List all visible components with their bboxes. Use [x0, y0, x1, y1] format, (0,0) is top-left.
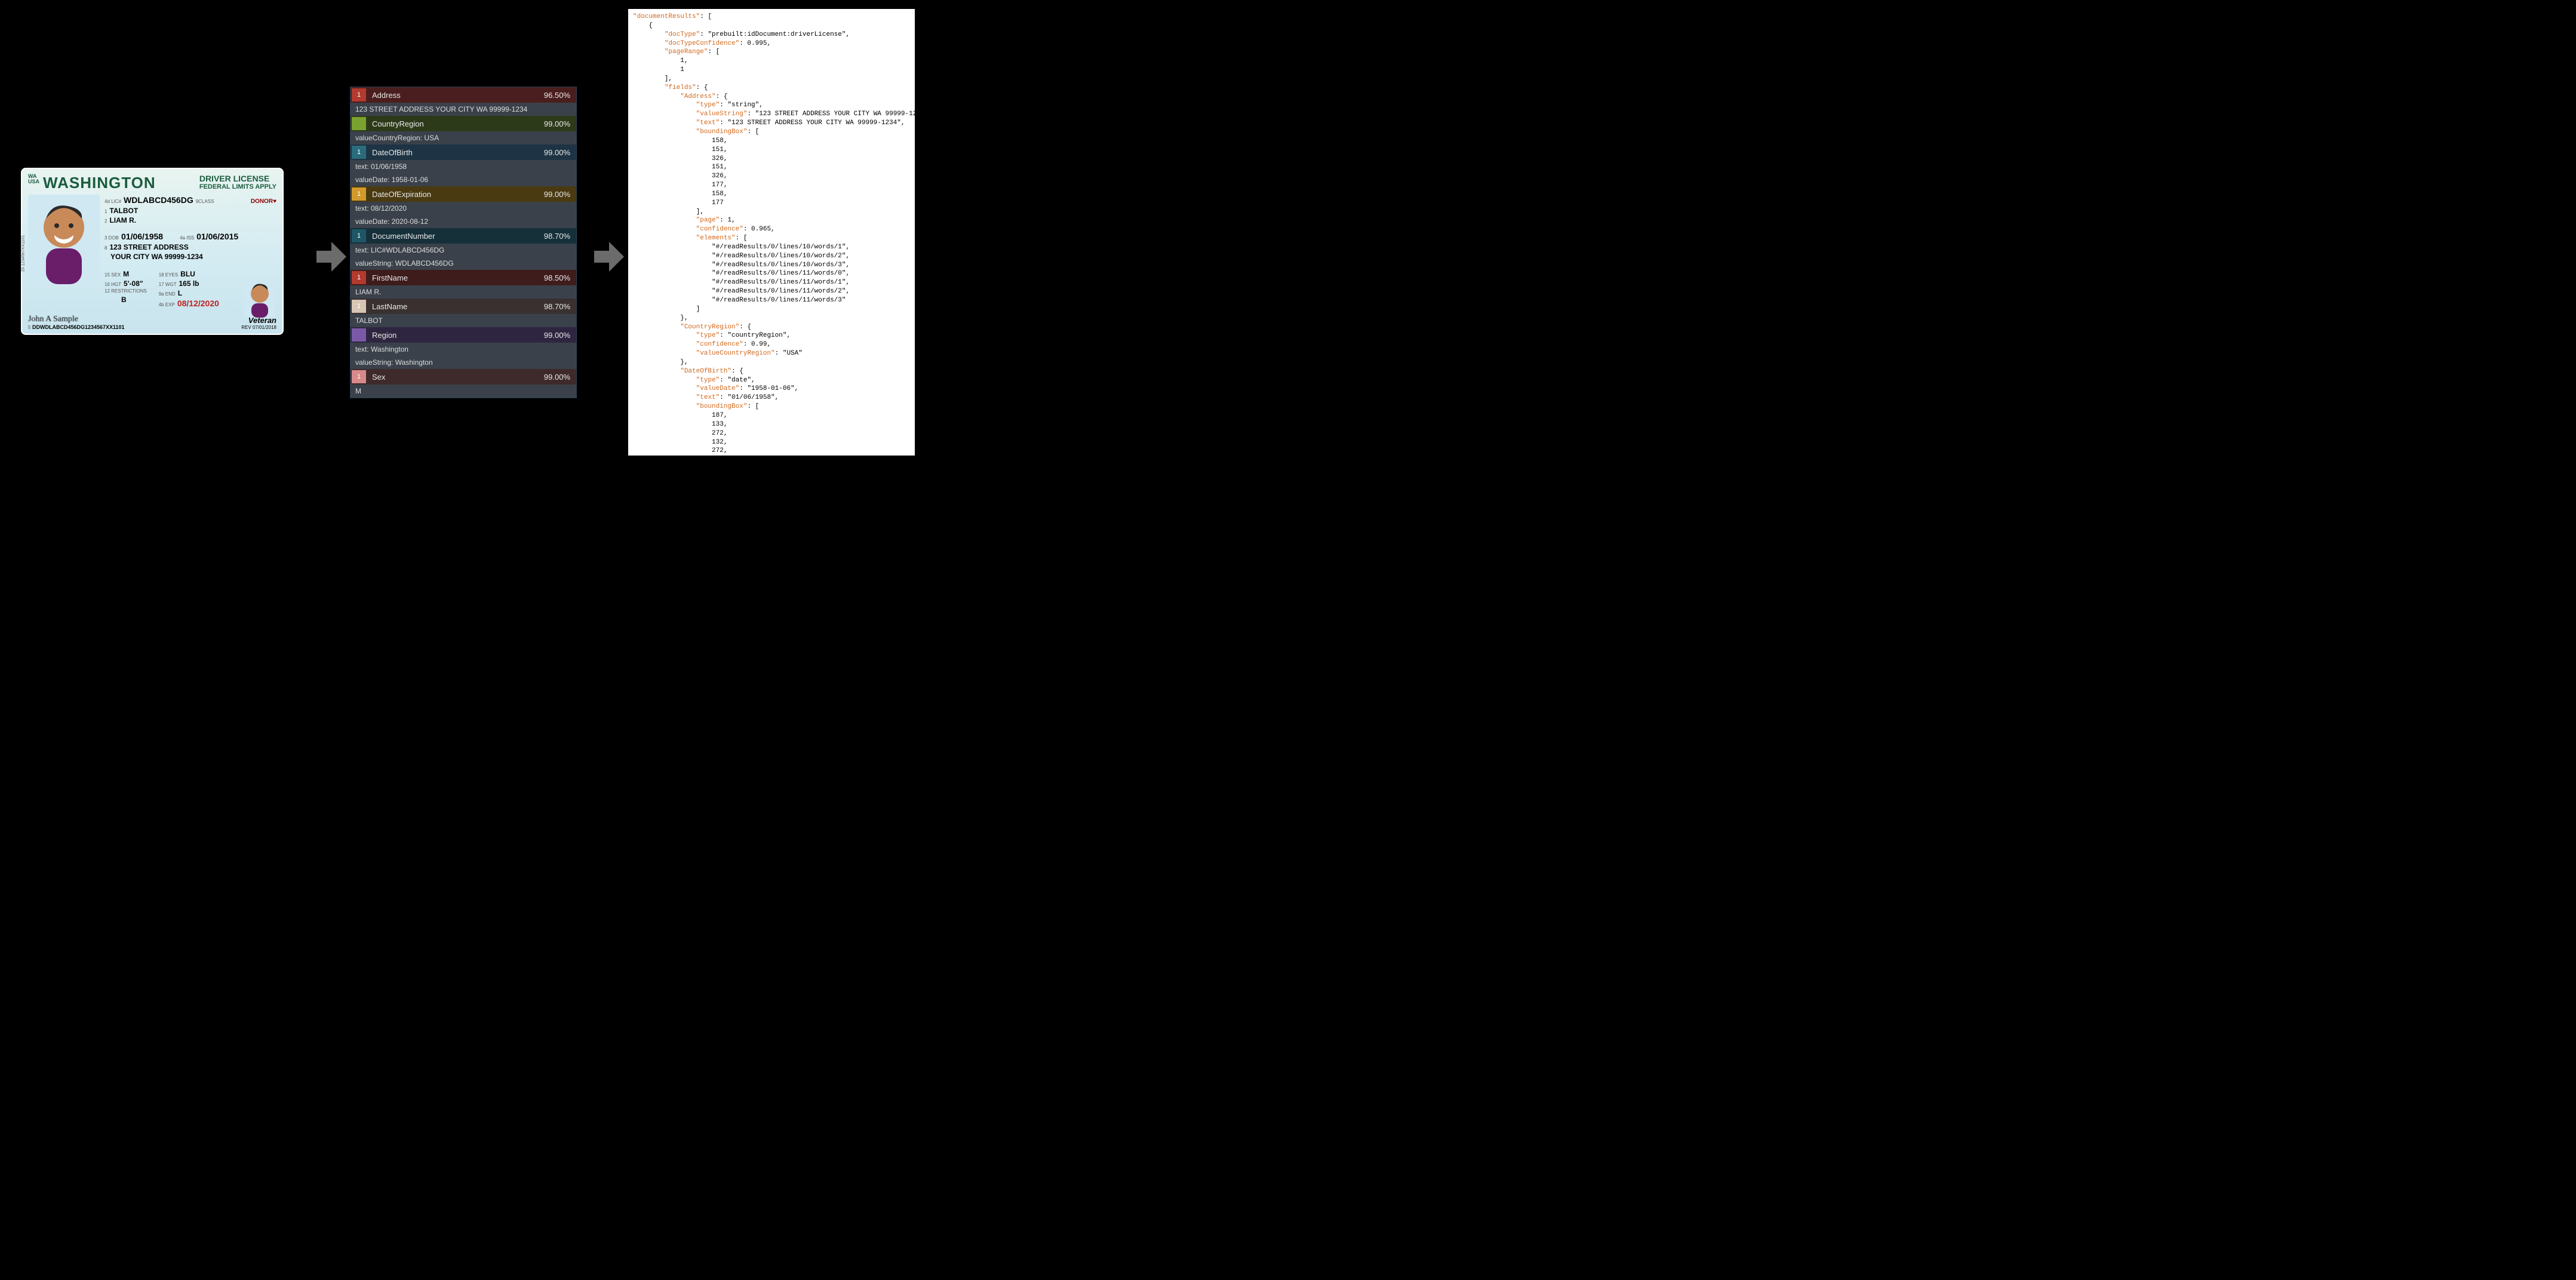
field-detail: valueString: Washington: [351, 356, 576, 369]
field-name: FirstName: [367, 273, 544, 282]
field-header: Region99.00%: [351, 327, 576, 343]
exp-date: 08/12/2020: [177, 298, 219, 309]
field-detail: valueDate: 2020-08-12: [351, 215, 576, 228]
veteran-badge: Veteran: [241, 316, 276, 325]
field-name: LastName: [367, 302, 544, 311]
ghost-photo: [244, 279, 275, 318]
endorsements: L: [178, 288, 182, 298]
lic-number: WDLABCD456DG: [124, 195, 193, 206]
country-abbr: USA: [28, 179, 39, 184]
dd-code: DDWDLABCD456DG1234567XX1101: [32, 324, 125, 330]
field-detail: TALBOT: [351, 314, 576, 327]
field-detail: M: [351, 384, 576, 398]
last-name: TALBOT: [109, 206, 138, 216]
driver-license-card: 20 1234567XX1101 WA USA WASHINGTON DRIVE…: [21, 168, 284, 335]
field-confidence: 99.00%: [544, 331, 576, 340]
portrait-photo: [28, 195, 100, 284]
side-barcode-text: 20 1234567XX1101: [21, 235, 26, 272]
field-confidence: 98.50%: [544, 273, 576, 282]
field-name: DateOfExpiration: [367, 190, 544, 199]
field-confidence: 99.00%: [544, 190, 576, 199]
field-name: Sex: [367, 373, 544, 381]
doc-title: DRIVER LICENSE: [199, 174, 276, 183]
class-label: 9CLASS: [196, 199, 214, 205]
rev-date: REV 07/01/2018: [241, 325, 276, 330]
field-name: CountryRegion: [367, 119, 544, 128]
field-header: 1FirstName98.50%: [351, 270, 576, 285]
field-badge: 1: [352, 370, 366, 383]
arrow-right-icon: [313, 239, 349, 275]
address-line2: YOUR CITY WA 99999-1234: [110, 252, 203, 261]
avatar-icon: [28, 195, 100, 284]
arrow-right-icon: [591, 239, 627, 275]
field-detail: text: 08/12/2020: [351, 202, 576, 215]
eyes: BLU: [180, 269, 195, 279]
field-detail: text: Washington: [351, 343, 576, 356]
donor-label: DONOR: [251, 198, 273, 205]
field-name: DocumentNumber: [367, 232, 544, 241]
json-output-panel: "documentResults": [ { "docType": "prebu…: [628, 9, 915, 456]
field-header: 1Sex99.00%: [351, 369, 576, 384]
field-header: 1LastName98.70%: [351, 299, 576, 314]
state-name: WASHINGTON: [43, 174, 156, 192]
field-confidence: 99.00%: [544, 373, 576, 381]
lic-label: 4d LIC#: [104, 199, 121, 205]
field-badge: 1: [352, 229, 366, 242]
field-header: 1DateOfExpiration99.00%: [351, 186, 576, 202]
field-confidence: 99.00%: [544, 148, 576, 157]
weight: 165 lb: [179, 279, 199, 288]
address-line1: 123 STREET ADDRESS: [109, 242, 188, 252]
field-badge: 1: [352, 300, 366, 313]
field-name: DateOfBirth: [367, 148, 544, 157]
field-detail: text: 01/06/1958: [351, 160, 576, 173]
field-badge: [352, 117, 366, 130]
field-name: Address: [367, 91, 544, 100]
restrictions: B: [121, 295, 127, 304]
avatar-small-icon: [244, 279, 275, 318]
doc-subtitle: FEDERAL LIMITS APPLY: [199, 183, 276, 190]
height: 5'-08": [124, 279, 143, 288]
sex: M: [123, 269, 129, 279]
field-name: Region: [367, 331, 544, 340]
field-badge: [352, 328, 366, 341]
field-badge: 1: [352, 187, 366, 201]
field-detail: 123 STREET ADDRESS YOUR CITY WA 99999-12…: [351, 103, 576, 116]
iss-date: 01/06/2015: [196, 231, 238, 242]
field-badge: 1: [352, 271, 366, 284]
field-detail: text: LIC#WDLABCD456DG: [351, 244, 576, 257]
field-header: 1DocumentNumber98.70%: [351, 228, 576, 244]
field-confidence: 98.70%: [544, 232, 576, 241]
field-detail: valueCountryRegion: USA: [351, 131, 576, 144]
extracted-fields-panel: 1Address96.50%123 STREET ADDRESS YOUR CI…: [350, 87, 577, 398]
field-confidence: 96.50%: [544, 91, 576, 100]
dob: 01/06/1958: [121, 231, 163, 242]
field-badge: 1: [352, 146, 366, 159]
field-confidence: 98.70%: [544, 302, 576, 311]
field-header: 1Address96.50%: [351, 87, 576, 103]
field-badge: 1: [352, 88, 366, 101]
field-detail: valueString: WDLABCD456DG: [351, 257, 576, 270]
field-detail: valueDate: 1958-01-06: [351, 173, 576, 186]
field-header: CountryRegion99.00%: [351, 116, 576, 131]
heart-icon: ♥: [273, 198, 276, 205]
field-detail: LIAM R.: [351, 285, 576, 299]
field-confidence: 99.00%: [544, 119, 576, 128]
signature: John A Sample: [28, 315, 125, 324]
field-header: 1DateOfBirth99.00%: [351, 144, 576, 160]
first-name: LIAM R.: [109, 216, 136, 225]
